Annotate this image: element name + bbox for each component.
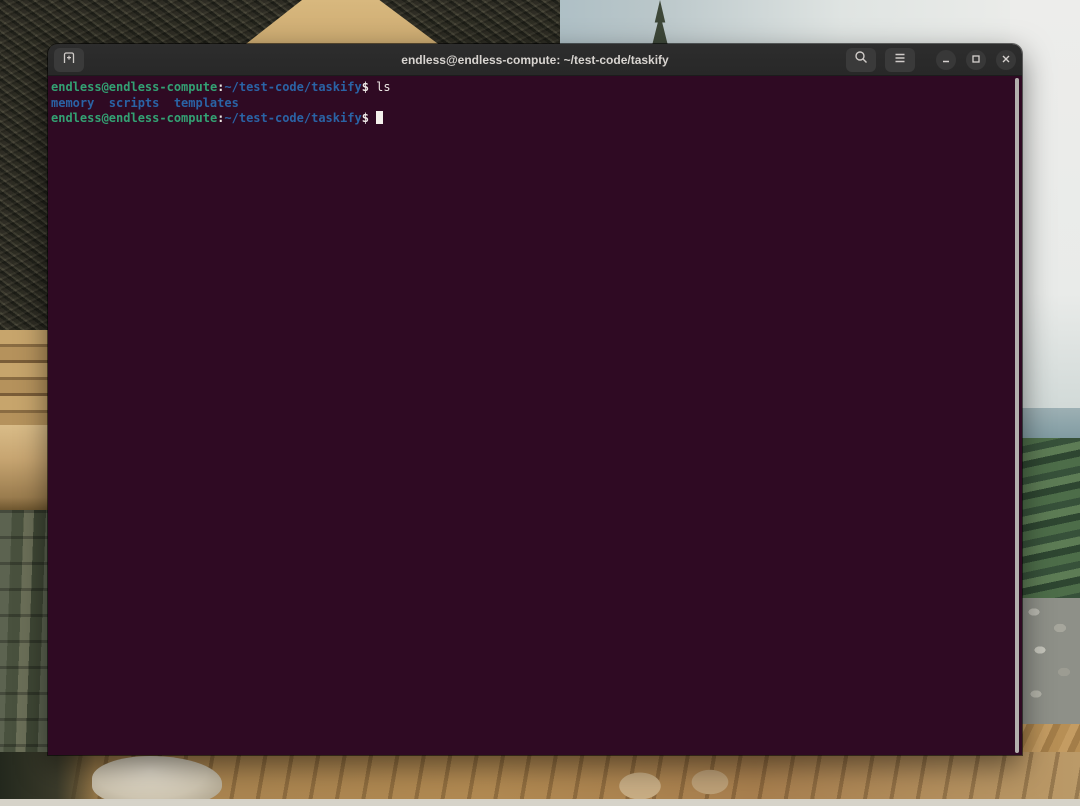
wallpaper-left-log-beam [0, 425, 50, 510]
directory-entry: templates [174, 96, 239, 110]
terminal-window: endless@endless-compute: ~/test-code/tas… [48, 44, 1022, 755]
prompt-user-host: endless@endless-compute [51, 111, 217, 125]
terminal-cursor [376, 111, 383, 124]
command-text: ls [369, 80, 391, 94]
wallpaper-left-mossy-shingles [0, 510, 50, 760]
prompt-user-host: endless@endless-compute [51, 80, 217, 94]
prompt-path: ~/test-code/taskify [224, 80, 361, 94]
new-tab-icon [62, 51, 76, 69]
close-icon [1001, 51, 1011, 69]
close-button[interactable] [996, 50, 1016, 70]
prompt-dollar: $ [362, 80, 369, 94]
maximize-icon [971, 51, 981, 69]
titlebar[interactable]: endless@endless-compute: ~/test-code/tas… [48, 44, 1022, 76]
search-icon [854, 50, 868, 69]
search-button[interactable] [846, 48, 876, 72]
prompt-line-1: endless@endless-compute:~/test-code/task… [51, 80, 1008, 96]
terminal-scrollbar[interactable] [1015, 78, 1019, 753]
directory-entry: scripts [109, 96, 160, 110]
wallpaper-distant-ridge [1018, 408, 1080, 442]
wallpaper-bottom-edge [0, 799, 1080, 806]
new-tab-button[interactable] [54, 48, 84, 72]
maximize-button[interactable] [966, 50, 986, 70]
prompt-line-2: endless@endless-compute:~/test-code/task… [51, 111, 1008, 127]
wallpaper-bottom-shadow [0, 752, 95, 806]
terminal-screen[interactable]: endless@endless-compute:~/test-code/task… [48, 76, 1022, 755]
menu-button[interactable] [885, 48, 915, 72]
wallpaper-right-rock-slope [1018, 598, 1080, 728]
wallpaper-right-trees [1018, 438, 1080, 598]
prompt-path: ~/test-code/taskify [224, 111, 361, 125]
directory-entry: memory [51, 96, 94, 110]
hamburger-menu-icon [893, 51, 907, 69]
prompt-dollar: $ [362, 111, 369, 125]
ls-output-line: memory scripts templates [51, 96, 1008, 112]
minimize-icon [941, 51, 951, 69]
minimize-button[interactable] [936, 50, 956, 70]
